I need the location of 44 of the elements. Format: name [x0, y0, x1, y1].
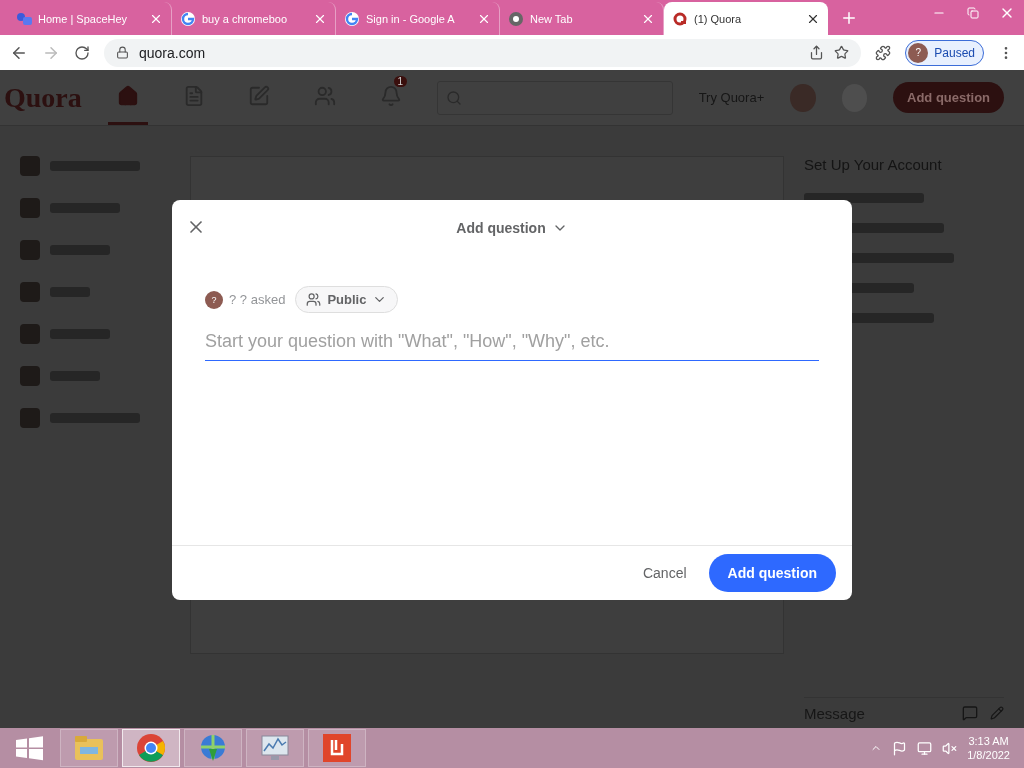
share-icon[interactable]	[809, 45, 825, 60]
new-tab-icon[interactable]	[840, 9, 858, 27]
chat-icon[interactable]	[962, 705, 978, 721]
people-icon	[306, 292, 322, 307]
google-icon	[180, 10, 196, 27]
notification-badge: 1	[393, 76, 408, 87]
space-icon[interactable]	[20, 408, 40, 428]
bell-icon[interactable]	[380, 85, 403, 107]
space-icon[interactable]	[20, 366, 40, 386]
star-icon[interactable]	[834, 45, 850, 60]
network-icon[interactable]	[917, 740, 933, 756]
folder-icon[interactable]	[74, 735, 104, 761]
chrome-icon[interactable]	[136, 733, 166, 763]
dialog-title[interactable]: Add question	[456, 220, 568, 236]
chrome-icon	[508, 10, 524, 27]
home-icon[interactable]	[116, 85, 139, 107]
space-icon[interactable]	[20, 324, 40, 344]
google-icon	[344, 10, 360, 27]
space-icon[interactable]	[20, 240, 40, 260]
user-avatar: ?	[205, 290, 223, 309]
restore-icon[interactable]	[967, 7, 979, 19]
audience-dropdown[interactable]: Public	[295, 286, 399, 313]
cancel-button[interactable]: Cancel	[636, 564, 693, 582]
reload-icon[interactable]	[74, 44, 90, 61]
avatar-icon[interactable]	[790, 83, 816, 112]
app-logo-icon[interactable]	[323, 734, 351, 762]
browser-tab[interactable]: (1) Quora	[664, 2, 828, 35]
monitor-chart-icon[interactable]	[260, 734, 290, 762]
clock[interactable]: 3:13 AM 1/8/2022	[967, 735, 1010, 761]
edit-icon[interactable]	[990, 706, 1004, 720]
flag-icon[interactable]	[892, 740, 908, 756]
chat-people-icon	[16, 11, 32, 26]
add-question-button[interactable]: Add question	[708, 554, 836, 592]
extensions-icon[interactable]	[875, 44, 892, 61]
profile-button[interactable]: ? Paused	[905, 39, 984, 66]
quora-icon	[672, 10, 688, 27]
space-icon[interactable]	[20, 198, 40, 218]
lock-icon	[116, 46, 129, 59]
muted-speaker-icon[interactable]	[942, 740, 958, 756]
address-field[interactable]: quora.com	[104, 38, 862, 67]
asked-label: ? ? asked	[229, 292, 286, 307]
add-question-button[interactable]: Add question	[893, 82, 1005, 113]
space-icon[interactable]	[20, 282, 40, 302]
space-icon[interactable]	[20, 156, 40, 176]
